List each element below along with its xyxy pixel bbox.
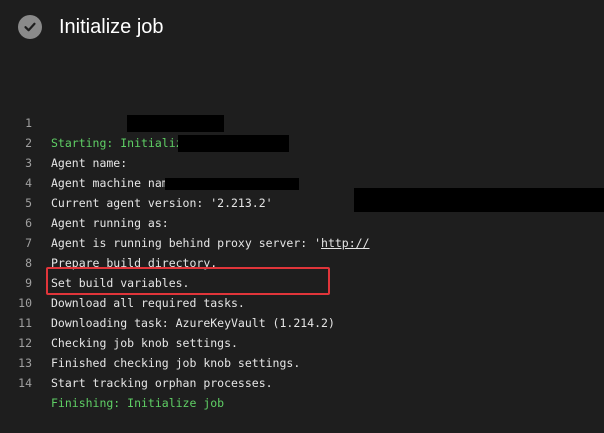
redacted-account-name xyxy=(165,178,299,190)
log-line: 8 Set build variables. xyxy=(0,233,604,290)
redacted-agent-name xyxy=(127,115,224,132)
line-text: Finishing: Initialize job xyxy=(51,396,225,410)
log-line: 14 Finishing: Initialize job xyxy=(0,353,604,410)
log-line: 4 Current agent version: '2.213.2' xyxy=(0,153,604,210)
line-number[interactable]: 14 xyxy=(0,373,32,393)
log-line: 13 Start tracking orphan processes. xyxy=(0,333,604,390)
log-output: 1 Starting: Initialize job 2 Agent name:… xyxy=(0,93,604,410)
redacted-proxy-url xyxy=(354,188,604,212)
log-line: 2 Agent name: xyxy=(0,113,604,170)
line-text: Start tracking orphan processes. xyxy=(51,376,273,390)
log-line: 6 Agent is running behind proxy server: … xyxy=(0,188,604,250)
redacted-machine-name xyxy=(178,135,289,152)
log-line: 7 Prepare build directory. xyxy=(0,213,604,270)
check-icon xyxy=(24,22,36,32)
job-header: Initialize job xyxy=(18,12,164,42)
log-line: 3 Agent machine name: xyxy=(0,133,604,190)
success-status-icon xyxy=(18,15,42,39)
highlight-annotation xyxy=(46,267,330,295)
log-line: 11 Checking job knob settings. xyxy=(0,293,604,350)
job-title: Initialize job xyxy=(59,15,164,38)
log-line: 12 Finished checking job knob settings. xyxy=(0,313,604,370)
log-line: 1 Starting: Initialize job xyxy=(0,93,604,150)
